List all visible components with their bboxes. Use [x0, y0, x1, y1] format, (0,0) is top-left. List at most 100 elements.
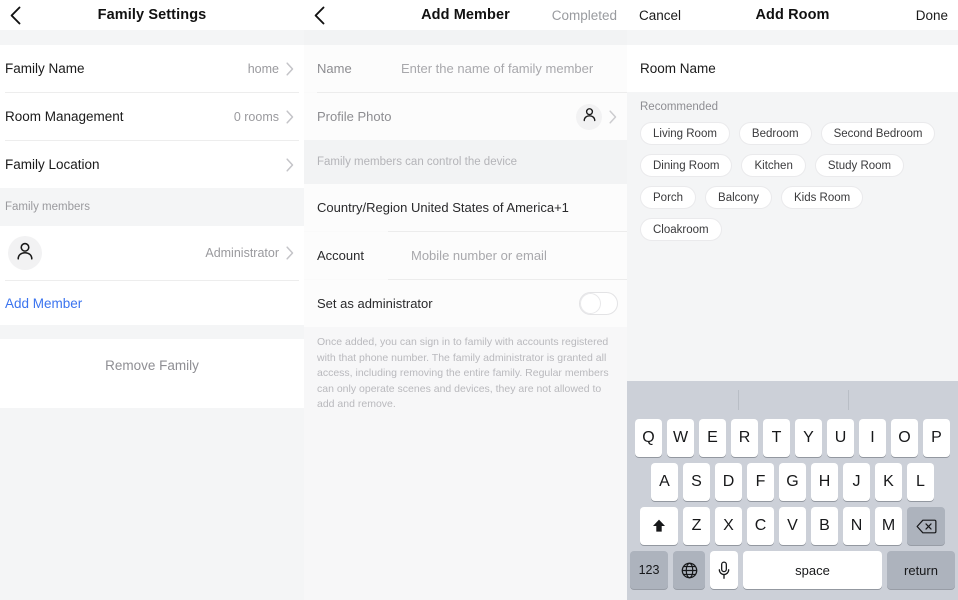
- room-chip[interactable]: Porch: [640, 186, 696, 209]
- keyboard-row-3: Z X C V B N M: [630, 507, 955, 545]
- backspace-key[interactable]: [907, 507, 945, 545]
- add-room-panel: Cancel Add Room Done Room Name Recommend…: [627, 0, 958, 600]
- back-button[interactable]: [310, 4, 328, 26]
- key-m[interactable]: M: [875, 507, 902, 545]
- avatar[interactable]: [576, 104, 602, 130]
- room-chip[interactable]: Kitchen: [741, 154, 805, 177]
- key-k[interactable]: K: [875, 463, 902, 501]
- row-label: Family Location: [5, 157, 100, 172]
- key-x[interactable]: X: [715, 507, 742, 545]
- room-chip[interactable]: Living Room: [640, 122, 730, 145]
- row-account[interactable]: Account Mobile number or email: [304, 232, 627, 279]
- key-i[interactable]: I: [859, 419, 886, 457]
- numbers-key[interactable]: 123: [630, 551, 668, 589]
- chevron-right-icon: [286, 110, 295, 124]
- row-label: Name: [317, 61, 401, 76]
- key-g[interactable]: G: [779, 463, 806, 501]
- cancel-button[interactable]: Cancel: [639, 8, 681, 23]
- key-c[interactable]: C: [747, 507, 774, 545]
- key-e[interactable]: E: [699, 419, 726, 457]
- return-key[interactable]: return: [887, 551, 955, 589]
- room-chip[interactable]: Kids Room: [781, 186, 863, 209]
- footnote-text: Once added, you can sign in to family wi…: [317, 336, 609, 410]
- key-b[interactable]: B: [811, 507, 838, 545]
- family-settings-navbar: Family Settings: [0, 0, 304, 30]
- row-family-location[interactable]: Family Location: [0, 141, 304, 188]
- key-z[interactable]: Z: [683, 507, 710, 545]
- family-members-section-header: Family members: [0, 188, 304, 226]
- keyboard-row-1: Q W E R T Y U I O P: [630, 419, 955, 457]
- row-country-region[interactable]: Country/Region United States of America+…: [304, 184, 627, 231]
- microphone-key[interactable]: [710, 551, 738, 589]
- account-input-placeholder[interactable]: Mobile number or email: [411, 248, 547, 263]
- row-member-name[interactable]: Name Enter the name of family member: [304, 45, 627, 92]
- key-n[interactable]: N: [843, 507, 870, 545]
- row-set-administrator[interactable]: Set as administrator: [304, 280, 627, 327]
- key-w[interactable]: W: [667, 419, 694, 457]
- key-q[interactable]: Q: [635, 419, 662, 457]
- add-member-label: Add Member: [5, 296, 82, 311]
- section-gap: [0, 30, 304, 45]
- right-panel-filler: [627, 241, 958, 381]
- room-name-input[interactable]: Room Name: [627, 45, 958, 92]
- completed-button[interactable]: Completed: [552, 8, 617, 23]
- key-s[interactable]: S: [683, 463, 710, 501]
- key-y[interactable]: Y: [795, 419, 822, 457]
- room-chip[interactable]: Dining Room: [640, 154, 732, 177]
- hint-text: Family members can control the device: [317, 156, 517, 168]
- key-a[interactable]: A: [651, 463, 678, 501]
- key-r[interactable]: R: [731, 419, 758, 457]
- room-chip[interactable]: Balcony: [705, 186, 772, 209]
- name-input-placeholder[interactable]: Enter the name of family member: [401, 61, 593, 76]
- shift-key[interactable]: [640, 507, 678, 545]
- row-label: Room Management: [5, 109, 124, 124]
- member-row[interactable]: Administrator: [0, 226, 304, 280]
- keyboard-row-2: A S D F G H J K L: [630, 463, 955, 501]
- add-room-navbar: Cancel Add Room Done: [627, 0, 958, 30]
- section-gap: [304, 30, 627, 45]
- family-settings-panel: Family Settings Family Name home Room Ma…: [0, 0, 304, 600]
- row-label: Set as administrator: [317, 296, 433, 311]
- key-d[interactable]: D: [715, 463, 742, 501]
- chevron-right-icon: [286, 246, 295, 260]
- backspace-icon: [916, 518, 937, 535]
- row-room-management[interactable]: Room Management 0 rooms: [0, 93, 304, 140]
- key-f[interactable]: F: [747, 463, 774, 501]
- app-screen: Family Settings Family Name home Room Ma…: [0, 0, 958, 600]
- recommended-rooms-section: Recommended Living Room Bedroom Second B…: [627, 92, 958, 241]
- key-j[interactable]: J: [843, 463, 870, 501]
- globe-key[interactable]: [673, 551, 705, 589]
- remove-family-label: Remove Family: [105, 358, 199, 373]
- key-o[interactable]: O: [891, 419, 918, 457]
- add-member-button[interactable]: Add Member: [0, 281, 304, 325]
- row-family-name[interactable]: Family Name home: [0, 45, 304, 92]
- key-l[interactable]: L: [907, 463, 934, 501]
- room-chip[interactable]: Cloakroom: [640, 218, 722, 241]
- key-v[interactable]: V: [779, 507, 806, 545]
- member-role: Administrator: [205, 246, 286, 260]
- person-icon: [14, 240, 36, 267]
- person-icon: [581, 106, 598, 128]
- globe-icon: [680, 561, 699, 580]
- key-p[interactable]: P: [923, 419, 950, 457]
- remove-family-button[interactable]: Remove Family: [0, 339, 304, 391]
- room-chip[interactable]: Bedroom: [739, 122, 812, 145]
- predictive-divider: [738, 390, 739, 410]
- add-member-footnote: Once added, you can sign in to family wi…: [304, 327, 627, 413]
- done-button[interactable]: Done: [916, 8, 948, 23]
- mid-panel-filler: [304, 413, 627, 600]
- back-button[interactable]: [6, 4, 24, 26]
- key-t[interactable]: T: [763, 419, 790, 457]
- on-screen-keyboard: Q W E R T Y U I O P A S D F G H J K L: [627, 381, 958, 600]
- chevron-right-icon: [286, 158, 295, 172]
- key-u[interactable]: U: [827, 419, 854, 457]
- space-key[interactable]: space: [743, 551, 882, 589]
- room-chip[interactable]: Second Bedroom: [821, 122, 936, 145]
- row-label: Country/Region: [317, 200, 401, 215]
- row-value: 0 rooms: [234, 110, 286, 124]
- set-administrator-toggle[interactable]: [579, 292, 618, 315]
- key-h[interactable]: H: [811, 463, 838, 501]
- row-profile-photo[interactable]: Profile Photo: [304, 93, 627, 140]
- room-chip[interactable]: Study Room: [815, 154, 904, 177]
- chevron-right-icon: [286, 62, 295, 76]
